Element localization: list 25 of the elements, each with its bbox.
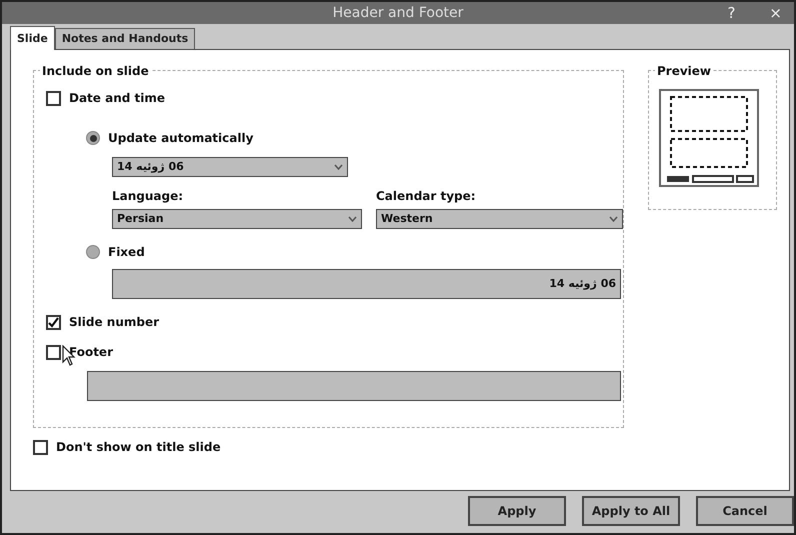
field-label: Calendar type: [376, 188, 477, 205]
chevron-down-icon [609, 216, 618, 222]
checkbox[interactable] [46, 90, 61, 106]
field-label: Language: [112, 188, 184, 205]
checkbox-label: Slide number [69, 314, 160, 331]
close-button[interactable]: × [765, 4, 786, 22]
chevron-down-icon [334, 164, 343, 170]
window-title: Header and Footer [332, 4, 464, 22]
chevron-down-icon [348, 216, 357, 222]
radio-button[interactable] [86, 131, 100, 145]
dialog-button[interactable]: Apply [468, 496, 566, 526]
tab[interactable]: Notes and Handouts [54, 28, 196, 49]
checkbox-label: Date and time [69, 90, 166, 107]
dialog-button[interactable]: Apply to All [582, 496, 680, 526]
radio-label: Fixed [108, 244, 145, 261]
tab[interactable]: Slide [10, 26, 55, 50]
checkbox[interactable] [46, 314, 61, 330]
checkbox[interactable] [33, 440, 48, 454]
checkbox[interactable] [46, 344, 61, 360]
checkbox-label: Footer [69, 344, 113, 361]
dialog-button[interactable]: Cancel [696, 496, 794, 526]
radio-label: Update automatically [108, 130, 254, 147]
help-button[interactable]: ? [723, 4, 740, 22]
radio-button[interactable] [86, 245, 100, 259]
checkbox-label: Don't show on title slide [56, 439, 221, 456]
